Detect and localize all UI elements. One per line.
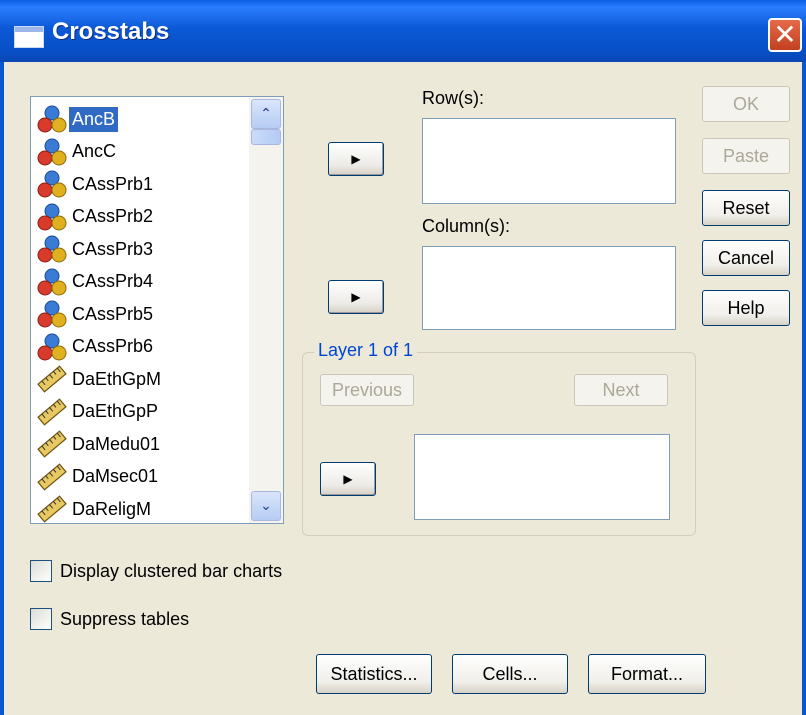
variable-label: CAssPrb1 [72,173,154,194]
variable-label: CAssPrb6 [72,336,154,356]
variable-label: DaMedu01 [72,433,161,454]
scroll-up-button[interactable]: ⌃ [251,99,281,129]
rows-label: Row(s): [422,88,484,108]
scale-ruler-icon [37,462,67,491]
variable-label: AncC [72,141,117,161]
variable-label: DaEthGpP [72,401,159,421]
reset-button[interactable]: Reset [702,190,790,226]
layer-listbox[interactable] [414,434,670,520]
close-button[interactable]: ✕ [768,18,802,52]
cells-button[interactable]: Cells... [452,654,568,694]
cancel-button[interactable]: Cancel [702,240,790,276]
scale-ruler-icon [37,365,67,393]
move-to-columns-button[interactable]: ▶ [328,280,384,314]
variable-label: DaEthGpM [72,368,162,389]
nominal-icon [37,105,67,133]
previous-layer-button[interactable]: Previous [320,374,414,406]
scale-ruler-icon [37,430,67,458]
variable-item[interactable]: DaEthGpM [37,363,164,395]
variable-label: DaReligM [72,498,152,519]
variable-list[interactable]: AncB AncC CAssPrb1 CAssPrb2 CAssPrb3 CAssPrb4… [30,96,284,524]
title-bar[interactable]: Crosstabs ✕ [0,0,806,62]
variable-item[interactable]: AncC [37,136,119,168]
scroll-thumb[interactable] [251,129,281,145]
clustered-bar-charts-label: Display clustered bar charts [60,560,283,581]
paste-button[interactable]: Paste [702,138,790,174]
help-button[interactable]: Help [702,290,790,326]
window-title: Crosstabs [52,18,170,45]
variable-item[interactable]: CAssPrb4 [37,266,156,298]
scale-ruler-icon [37,495,67,523]
columns-label: Column(s): [422,216,511,236]
nominal-icon [37,203,67,231]
move-to-layer-button[interactable]: ▶ [320,462,376,496]
variable-list-scrollbar[interactable]: ⌃ ⌄ [249,97,283,523]
window-frame-right [802,62,806,715]
next-layer-button[interactable]: Next [574,374,668,406]
variable-label: CAssPrb3 [72,238,154,259]
nominal-icon [37,235,67,263]
variable-item[interactable]: DaMsec01 [37,461,161,493]
suppress-tables-option[interactable]: Suppress tables [30,608,189,630]
variable-label: CAssPrb4 [72,271,154,291]
move-to-rows-button[interactable]: ▶ [328,142,384,176]
columns-listbox[interactable] [422,246,676,330]
scale-ruler-icon [37,397,67,426]
suppress-tables-label: Suppress tables [60,608,190,629]
nominal-icon [37,268,67,296]
nominal-icon [37,333,67,361]
suppress-tables-checkbox[interactable] [30,608,52,630]
window-icon [14,26,44,48]
statistics-button[interactable]: Statistics... [316,654,432,694]
variable-item[interactable]: CAssPrb3 [37,233,156,265]
variable-item[interactable]: DaReligM [37,493,154,523]
variable-item[interactable]: CAssPrb1 [37,168,156,200]
variable-label: AncB [67,105,120,133]
variable-item[interactable]: CAssPrb6 [37,331,156,363]
nominal-icon [37,170,67,198]
variable-item[interactable]: AncB [37,103,120,135]
scroll-down-button[interactable]: ⌄ [251,491,281,521]
variable-item[interactable]: CAssPrb2 [37,201,156,233]
clustered-bar-charts-checkbox[interactable] [30,560,52,582]
window-frame-left [0,62,4,715]
rows-listbox[interactable] [422,118,676,204]
crosstabs-dialog: Crosstabs ✕ AncB AncC CAssPrb1 CAssPrb2 CAss… [0,0,806,715]
ok-button[interactable]: OK [702,86,790,122]
nominal-icon [37,138,67,166]
variable-item[interactable]: DaMedu01 [37,428,163,460]
variable-item[interactable]: CAssPrb5 [37,298,156,330]
layer-legend: Layer 1 of 1 [314,340,418,361]
nominal-icon [37,300,67,328]
format-button[interactable]: Format... [588,654,706,694]
variable-label: CAssPrb5 [72,303,154,324]
clustered-bar-charts-option[interactable]: Display clustered bar charts [30,560,282,582]
variable-label: DaMsec01 [72,466,159,486]
variable-label: CAssPrb2 [72,206,154,226]
variable-item[interactable]: DaEthGpP [37,396,161,428]
